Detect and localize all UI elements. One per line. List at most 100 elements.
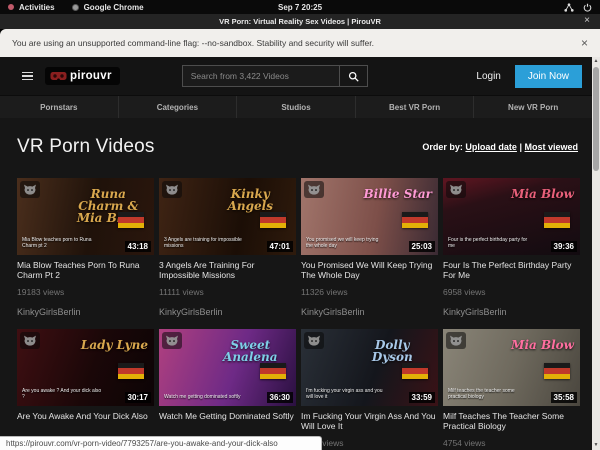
search-icon: [348, 71, 359, 82]
german-flag-icon: [402, 363, 428, 379]
duration-badge: 33:59: [409, 392, 435, 403]
nav-pornstars[interactable]: Pornstars: [0, 96, 118, 118]
view-count: 11111 views: [159, 287, 296, 297]
video-thumbnail[interactable]: Runa Charm & Mia Blow Mia Blow teaches p…: [17, 178, 154, 255]
thumbnail-overlay-title: Mia Blow: [511, 188, 574, 200]
studio-catmask-logo-icon: [162, 181, 182, 198]
view-count: 4754 views: [443, 438, 580, 448]
video-thumbnail[interactable]: Billie Star You promised we will keep tr…: [301, 178, 438, 255]
video-title[interactable]: Mia Blow Teaches Porn To Runa Charm Pt 2: [17, 260, 154, 280]
studio-catmask-logo-icon: [20, 181, 40, 198]
browser-titlebar: VR Porn: Virtual Reality Sex Videos | Pi…: [0, 14, 600, 29]
german-flag-icon: [544, 363, 570, 379]
studio-catmask-logo-icon: [446, 181, 466, 198]
video-thumbnail[interactable]: Dolly Dyson I'm fucking your virgin ass …: [301, 329, 438, 406]
scrollbar[interactable]: ▲ ▼: [592, 57, 600, 450]
video-thumbnail[interactable]: Kinky Angels 3 Angels are training for i…: [159, 178, 296, 255]
video-card[interactable]: Kinky Angels 3 Angels are training for i…: [159, 178, 296, 319]
focused-app-menu[interactable]: Google Chrome: [84, 3, 144, 12]
order-most-viewed-link[interactable]: Most viewed: [524, 142, 578, 152]
thumbnail-caption: Milf teaches the teacher some practical …: [448, 388, 527, 402]
video-title[interactable]: Are You Awake And Your Dick Also: [17, 411, 154, 431]
thumbnail-caption: Are you awake ? And your dick also ?: [22, 388, 101, 402]
join-now-button[interactable]: Join Now: [515, 65, 582, 88]
infobar-message: You are using an unsupported command-lin…: [12, 38, 374, 48]
view-count: 6958 views: [443, 287, 580, 297]
thumbnail-overlay-title: Mia Blow: [511, 339, 574, 351]
video-thumbnail[interactable]: Sweet Analena Watch me getting dominated…: [159, 329, 296, 406]
thumbnail-caption: You promised we will keep trying the who…: [306, 237, 385, 251]
thumbnail-overlay-title: Billie Star: [364, 188, 433, 200]
site-logo[interactable]: pirouvr: [45, 67, 120, 85]
german-flag-icon: [260, 363, 286, 379]
studio-catmask-logo-icon: [304, 332, 324, 349]
thumbnail-overlay-title: Dolly Dyson: [353, 339, 432, 363]
order-upload-date-link[interactable]: Upload date: [465, 142, 517, 152]
video-card[interactable]: Runa Charm & Mia Blow Mia Blow teaches p…: [17, 178, 154, 319]
duration-badge: 36:30: [267, 392, 293, 403]
studio-link[interactable]: KinkyGirlsBerlin: [159, 307, 296, 317]
thumbnail-caption: I'm fucking your virgin ass and you will…: [306, 388, 385, 402]
video-thumbnail[interactable]: Mia Blow Milf teaches the teacher some p…: [443, 329, 580, 406]
network-icon[interactable]: [564, 3, 574, 12]
duration-badge: 30:17: [125, 392, 151, 403]
video-card[interactable]: Mia Blow Milf teaches the teacher some p…: [443, 329, 580, 450]
order-by-label: Order by:: [422, 142, 463, 152]
video-card[interactable]: Sweet Analena Watch me getting dominated…: [159, 329, 296, 450]
video-title[interactable]: Watch Me Getting Dominated Softly: [159, 411, 296, 431]
nav-studios[interactable]: Studios: [236, 96, 355, 118]
video-title[interactable]: 3 Angels Are Training For Impossible Mis…: [159, 260, 296, 280]
german-flag-icon: [118, 212, 144, 228]
german-flag-icon: [544, 212, 570, 228]
duration-badge: 39:36: [551, 241, 577, 252]
thumbnail-overlay-title: Kinky Angels: [211, 188, 290, 212]
video-thumbnail[interactable]: Mia Blow Four is the perfect birthday pa…: [443, 178, 580, 255]
activities-button[interactable]: Activities: [19, 3, 55, 12]
video-grid: Runa Charm & Mia Blow Mia Blow teaches p…: [17, 178, 580, 450]
video-title[interactable]: Four Is The Perfect Birthday Party For M…: [443, 260, 580, 280]
video-title[interactable]: Milf Teaches The Teacher Some Practical …: [443, 411, 580, 431]
video-card[interactable]: Lady Lyne Are you awake ? And your dick …: [17, 329, 154, 450]
infobar-close-icon[interactable]: ×: [581, 36, 588, 50]
search-button[interactable]: [340, 65, 368, 87]
studio-catmask-logo-icon: [446, 332, 466, 349]
studio-link[interactable]: KinkyGirlsBerlin: [17, 307, 154, 317]
browser-viewport: pirouvr Login Join Now Pornstars Cate: [0, 57, 600, 450]
duration-badge: 43:18: [125, 241, 151, 252]
view-count: 11326 views: [301, 287, 438, 297]
nav-new-vr[interactable]: New VR Porn: [473, 96, 592, 118]
order-by: Order by: Upload date | Most viewed: [422, 142, 578, 152]
video-card[interactable]: Billie Star You promised we will keep tr…: [301, 178, 438, 319]
german-flag-icon: [260, 212, 286, 228]
video-title[interactable]: Im Fucking Your Virgin Ass And You Will …: [301, 411, 438, 431]
search-input[interactable]: [182, 65, 340, 87]
window-title: VR Porn: Virtual Reality Sex Videos | Pi…: [219, 17, 381, 26]
video-title[interactable]: You Promised We Will Keep Trying The Who…: [301, 260, 438, 280]
vr-headset-icon: [50, 71, 67, 82]
scroll-down-icon[interactable]: ▼: [594, 441, 599, 450]
login-link[interactable]: Login: [476, 71, 500, 82]
video-card[interactable]: Mia Blow Four is the perfect birthday pa…: [443, 178, 580, 319]
scroll-up-icon[interactable]: ▲: [594, 57, 599, 66]
video-card[interactable]: Dolly Dyson I'm fucking your virgin ass …: [301, 329, 438, 450]
german-flag-icon: [118, 363, 144, 379]
chrome-infobar: You are using an unsupported command-lin…: [0, 29, 600, 57]
studio-catmask-logo-icon: [20, 332, 40, 349]
window-close-icon[interactable]: ×: [584, 15, 590, 26]
scrollbar-thumb[interactable]: [593, 67, 599, 171]
duration-badge: 47:01: [267, 241, 293, 252]
hamburger-menu-icon[interactable]: [22, 72, 33, 81]
power-icon[interactable]: [583, 3, 592, 12]
studio-link[interactable]: KinkyGirlsBerlin: [443, 307, 580, 317]
nav-best-vr[interactable]: Best VR Porn: [355, 96, 474, 118]
view-count: 19183 views: [17, 287, 154, 297]
nav-categories[interactable]: Categories: [118, 96, 237, 118]
studio-catmask-logo-icon: [304, 181, 324, 198]
thumbnail-overlay-title: Sweet Analena: [211, 339, 290, 363]
gnome-top-bar: Activities Google Chrome Sep 7 20:25: [0, 0, 600, 14]
thumbnail-overlay-title: Lady Lyne: [81, 339, 148, 351]
screen: Activities Google Chrome Sep 7 20:25 VR …: [0, 0, 600, 450]
studio-link[interactable]: KinkyGirlsBerlin: [301, 307, 438, 317]
video-thumbnail[interactable]: Lady Lyne Are you awake ? And your dick …: [17, 329, 154, 406]
duration-badge: 35:58: [551, 392, 577, 403]
